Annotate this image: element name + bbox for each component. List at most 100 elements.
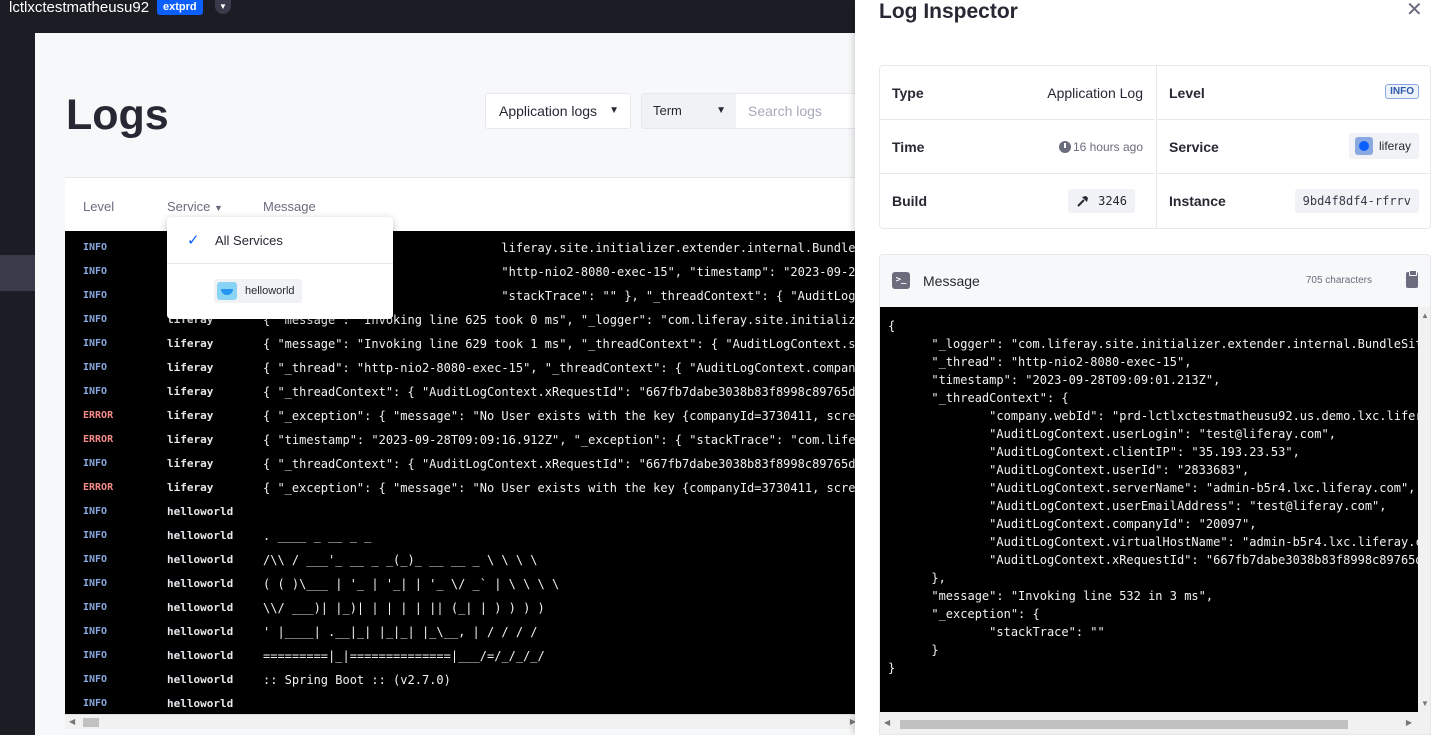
close-icon[interactable]: ✕	[1406, 0, 1423, 20]
dropdown-item-all-services-label: All Services	[215, 233, 283, 248]
log-type-select[interactable]: Application logs ▼	[485, 93, 631, 129]
dropdown-divider	[167, 263, 393, 264]
log-row[interactable]: ERROR liferay { "timestamp": "2023-09-28T0…	[65, 428, 860, 452]
message-code-view[interactable]: { "_logger": "com.liferay.site.initializ…	[880, 307, 1418, 712]
log-row[interactable]: INFO liferay { "_threadContext": { "AuditL…	[65, 380, 860, 404]
log-row[interactable]: ERROR liferay { "_exception": { "message":…	[65, 476, 860, 500]
scroll-thumb[interactable]	[900, 720, 1348, 729]
instance-chip[interactable]: 9bd4f8df4-rfrrv	[1294, 189, 1419, 213]
log-level: INFO	[83, 530, 108, 541]
log-message: { "_threadContext": { "AuditLogContext.x…	[263, 457, 860, 471]
left-nav-selected-item[interactable]	[0, 255, 35, 291]
message-card-header: >_ Message 705 characters	[880, 255, 1430, 307]
log-service: helloworld	[167, 553, 234, 566]
scroll-left-icon[interactable]: ◀	[884, 718, 890, 727]
service-chip[interactable]: liferay	[1348, 133, 1419, 159]
message-vertical-scrollbar[interactable]: ▲ ▼	[1418, 307, 1430, 712]
log-service: helloworld	[167, 673, 234, 686]
detail-type-label: Type	[892, 85, 924, 101]
caret-down-icon: ▼	[609, 105, 619, 116]
scroll-thumb[interactable]	[83, 718, 99, 727]
detail-service-label: Service	[1169, 139, 1219, 155]
log-level: INFO	[83, 314, 108, 325]
scroll-right-icon[interactable]: ▶	[1406, 718, 1412, 727]
log-message: \\/ ___)| |_)| | | | | || (_| | ) ) ) )	[263, 601, 545, 615]
log-level: ERROR	[83, 482, 114, 493]
log-row[interactable]: INFO helloworld ' |____| .__|_| |_|_| |_\_…	[65, 620, 860, 644]
search-mode-select[interactable]: Term ▼	[641, 93, 737, 129]
log-row[interactable]: INFO helloworld \\/ ___)| |_)| | | | | || …	[65, 596, 860, 620]
log-row[interactable]: INFO liferay { "_threadContext": { "AuditL…	[65, 452, 860, 476]
log-row[interactable]: INFO helloworld ( ( )\___ | '_ | '_| | '_ …	[65, 572, 860, 596]
log-level: INFO	[83, 698, 108, 709]
message-label: Message	[923, 273, 980, 289]
log-horizontal-scrollbar[interactable]: ◀ ▶	[65, 714, 860, 729]
log-message: ' |____| .__|_| |_|_| |_\__, | / / / /	[263, 625, 538, 639]
environment-badge[interactable]: extprd	[157, 0, 203, 15]
search-input[interactable]: Search logs	[736, 93, 860, 129]
detail-time-label: Time	[892, 139, 925, 155]
detail-type-value: Application Log	[1047, 85, 1143, 101]
docker-whale-icon	[217, 282, 237, 300]
log-level: INFO	[83, 458, 108, 469]
log-service: liferay	[167, 457, 214, 470]
clock-icon	[1059, 141, 1071, 153]
log-service: liferay	[167, 481, 214, 494]
log-level: INFO	[83, 626, 108, 637]
log-service: helloworld	[167, 625, 234, 638]
scroll-down-icon[interactable]: ▼	[1421, 699, 1429, 708]
log-message: { "_exception": { "message": "No User ex…	[263, 409, 860, 423]
scroll-up-icon[interactable]: ▲	[1421, 311, 1429, 320]
log-level: INFO	[83, 674, 108, 685]
detail-level: Level INFO	[1156, 66, 1431, 120]
log-row[interactable]: ERROR liferay { "_exception": { "message":…	[65, 404, 860, 428]
message-horizontal-scrollbar[interactable]: ◀ ▶	[880, 712, 1430, 734]
page-title: Logs	[66, 91, 169, 139]
search-mode-select-value: Term	[653, 103, 682, 118]
log-message: /\\ / ___'_ __ _ _(_)_ __ __ _ \ \ \ \	[263, 553, 538, 567]
chevron-down-icon: ▼	[213, 203, 223, 213]
detail-instance-label: Instance	[1169, 193, 1226, 209]
column-header-service[interactable]: Service ▼	[167, 199, 223, 214]
detail-type: Type Application Log	[880, 66, 1155, 120]
scroll-left-icon[interactable]: ◀	[69, 715, 75, 729]
project-name[interactable]: lctlxctestmatheusu92	[9, 0, 149, 16]
log-row[interactable]: INFO helloworld	[65, 500, 860, 524]
chevron-down-icon[interactable]: ▼	[215, 0, 231, 14]
log-service: helloworld	[167, 649, 234, 662]
log-service: liferay	[167, 385, 214, 398]
build-chip[interactable]: 3246	[1068, 189, 1135, 213]
log-row[interactable]: INFO liferay { "_thread": "http-nio2-8080-…	[65, 356, 860, 380]
log-message: . ____ _ __ _ _	[263, 529, 372, 543]
log-level: INFO	[83, 266, 108, 277]
clipboard-icon[interactable]	[1406, 270, 1418, 288]
message-card: >_ Message 705 characters { "_logger": "…	[879, 254, 1431, 735]
terminal-icon: >_	[892, 272, 910, 289]
detail-time-value: 16 hours ago	[1072, 140, 1143, 154]
hammer-icon	[1077, 196, 1089, 207]
caret-down-icon: ▼	[716, 105, 726, 116]
log-level: INFO	[83, 602, 108, 613]
inspector-title: Log Inspector	[879, 0, 1018, 23]
log-message: { "message": "Invoking line 629 took 1 m…	[263, 337, 860, 351]
log-service: liferay	[167, 409, 214, 422]
log-level: INFO	[83, 386, 108, 397]
top-bar: lctlxctestmatheusu92 extprd ▼	[0, 0, 860, 33]
log-row[interactable]: INFO helloworld	[65, 692, 860, 714]
log-level: INFO	[83, 578, 108, 589]
log-row[interactable]: INFO liferay { "message": "Invoking line 6…	[65, 332, 860, 356]
log-message: =========|_|==============|___/=/_/_/_/	[263, 649, 545, 663]
log-message: { "timestamp": "2023-09-28T09:09:16.912Z…	[263, 433, 860, 447]
log-message: { "_threadContext": { "AuditLogContext.x…	[263, 385, 860, 399]
dropdown-item-all-services[interactable]: ✓ All Services	[167, 229, 393, 253]
column-header-level: Level	[83, 199, 115, 214]
log-row[interactable]: INFO helloworld . ____ _ __ _ _	[65, 524, 860, 548]
log-type-select-value: Application logs	[499, 103, 598, 119]
detail-build: Build 3246	[880, 174, 1155, 228]
dropdown-item-helloworld[interactable]: helloworld	[214, 279, 302, 303]
log-row[interactable]: INFO helloworld /\\ / ___'_ __ _ _(_)_ __ …	[65, 548, 860, 572]
detail-instance: Instance 9bd4f8df4-rfrrv	[1156, 174, 1431, 228]
log-level: INFO	[83, 650, 108, 661]
log-row[interactable]: INFO helloworld:: Spring Boot :: (v2.7.0)	[65, 668, 860, 692]
log-row[interactable]: INFO helloworld =========|_|==============…	[65, 644, 860, 668]
